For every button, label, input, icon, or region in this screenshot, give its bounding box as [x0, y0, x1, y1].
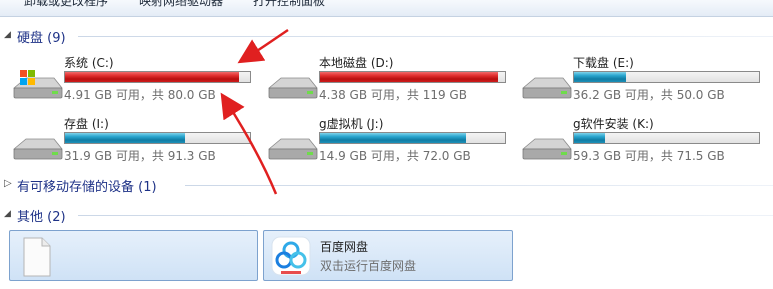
collapse-triangle-icon[interactable]: ◢: [4, 30, 11, 40]
usage-fill: [574, 133, 606, 143]
drive-j[interactable]: g虚拟机 (J:) 14.9 GB 可用，共 72.0 GB: [267, 117, 512, 167]
toolbar: 卸载或更改程序 映射网络驱动器 打开控制面板: [0, 0, 773, 17]
usage-fill: [65, 72, 239, 82]
drive-label: g虚拟机 (J:): [319, 117, 384, 131]
drive-i[interactable]: 存盘 (I:) 31.9 GB 可用，共 91.3 GB: [12, 117, 257, 167]
hard-drive-icon: [521, 138, 572, 160]
drive-label: 存盘 (I:): [64, 117, 109, 131]
hard-drive-icon: [12, 138, 63, 160]
windows-drive-icon: [12, 70, 63, 99]
hard-drive-icon: [267, 138, 318, 160]
drive-c[interactable]: 系统 (C:) 4.91 GB 可用，共 80.0 GB: [12, 56, 257, 106]
other-item-file[interactable]: [9, 230, 258, 281]
drive-free-space: 14.9 GB 可用，共 72.0 GB: [319, 149, 471, 163]
drive-k[interactable]: g软件安装 (K:) 59.3 GB 可用，共 71.5 GB: [521, 117, 766, 167]
usage-bar: [573, 71, 760, 83]
usage-fill: [320, 72, 498, 82]
usage-bar: [573, 132, 760, 144]
drive-free-space: 36.2 GB 可用，共 50.0 GB: [573, 88, 725, 102]
group-title: 其他 (2): [17, 210, 66, 225]
group-divider: [78, 215, 773, 216]
usage-bar: [64, 71, 251, 83]
collapse-triangle-icon[interactable]: ◢: [4, 209, 11, 219]
item-title: 百度网盘: [320, 240, 369, 254]
drive-free-space: 4.38 GB 可用，共 119 GB: [319, 88, 467, 102]
group-header-other[interactable]: ◢ 其他 (2): [0, 206, 773, 225]
drive-label: g软件安装 (K:): [573, 117, 654, 131]
drive-e[interactable]: 下载盘 (E:) 36.2 GB 可用，共 50.0 GB: [521, 56, 766, 106]
usage-bar: [319, 132, 506, 144]
group-header-removable[interactable]: ▷ 有可移动存储的设备 (1): [0, 176, 773, 195]
hard-drive-icon: [521, 77, 572, 99]
hard-drive-icon: [267, 77, 318, 99]
map-network-drive-button[interactable]: 映射网络驱动器: [139, 0, 223, 9]
item-subtitle: 双击运行百度网盘: [320, 259, 417, 273]
other-item-baidu-netdisk[interactable]: 百度网盘 双击运行百度网盘: [263, 230, 513, 281]
drive-free-space: 59.3 GB 可用，共 71.5 GB: [573, 149, 725, 163]
group-title: 硬盘 (9): [17, 31, 66, 46]
expand-triangle-icon[interactable]: ▷: [4, 178, 12, 189]
usage-bar: [64, 132, 251, 144]
drive-d[interactable]: 本地磁盘 (D:) 4.38 GB 可用，共 119 GB: [267, 56, 512, 106]
open-control-panel-button[interactable]: 打开控制面板: [253, 0, 325, 9]
drive-label: 下载盘 (E:): [573, 56, 634, 70]
drive-free-space: 31.9 GB 可用，共 91.3 GB: [64, 149, 216, 163]
blank-file-icon: [23, 237, 51, 277]
group-divider: [78, 36, 773, 37]
uninstall-program-button[interactable]: 卸载或更改程序: [24, 0, 108, 9]
baidu-netdisk-icon: [271, 236, 311, 276]
group-header-hdd[interactable]: ◢ 硬盘 (9): [0, 27, 773, 46]
group-divider: [185, 185, 773, 186]
drive-label: 本地磁盘 (D:): [319, 56, 394, 70]
drive-label: 系统 (C:): [64, 56, 114, 70]
usage-bar: [319, 71, 506, 83]
usage-fill: [320, 133, 467, 143]
group-title: 有可移动存储的设备 (1): [17, 180, 157, 195]
drive-free-space: 4.91 GB 可用，共 80.0 GB: [64, 88, 216, 102]
usage-fill: [574, 72, 626, 82]
usage-fill: [65, 133, 186, 143]
